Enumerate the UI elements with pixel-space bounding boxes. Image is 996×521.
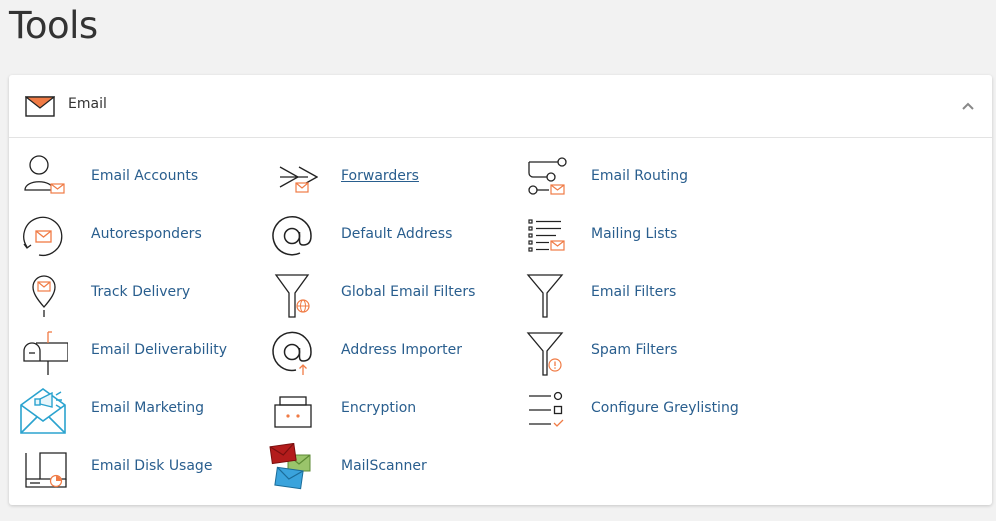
tool-encryption[interactable]: Encryption [268, 385, 508, 435]
tool-label[interactable]: Global Email Filters [341, 284, 475, 300]
funnel-icon [526, 274, 564, 318]
tool-label[interactable]: Email Accounts [91, 168, 198, 184]
tool-forwarders[interactable]: Forwarders [268, 153, 508, 203]
at-sign-icon [272, 216, 312, 256]
disk-usage-icon [25, 452, 67, 488]
tool-address-importer[interactable]: Address Importer [268, 327, 508, 377]
funnel-warning-icon [526, 332, 564, 376]
routing-icon [528, 157, 567, 195]
tool-label[interactable]: Email Deliverability [91, 342, 227, 358]
email-section-panel: Email Email Accounts Forwarders Email Ro… [9, 75, 992, 505]
tool-track-delivery[interactable]: Track Delivery [18, 269, 258, 319]
tool-email-routing[interactable]: Email Routing [518, 153, 758, 203]
tool-label[interactable]: Default Address [341, 226, 452, 242]
checklist-icon [529, 391, 564, 427]
tool-email-accounts[interactable]: Email Accounts [18, 153, 258, 203]
section-title: Email [68, 96, 107, 112]
tool-spam-filters[interactable]: Spam Filters [518, 327, 758, 377]
tool-email-disk-usage[interactable]: Email Disk Usage [18, 443, 258, 493]
megaphone-envelope-icon [20, 388, 66, 434]
tool-mailscanner[interactable]: MailScanner [268, 443, 508, 493]
tool-email-deliverability[interactable]: Email Deliverability [18, 327, 258, 377]
forward-arrow-icon [279, 166, 318, 193]
tool-label[interactable]: Encryption [341, 400, 416, 416]
tool-global-email-filters[interactable]: Global Email Filters [268, 269, 508, 319]
tool-label[interactable]: Mailing Lists [591, 226, 677, 242]
tool-label[interactable]: Email Filters [591, 284, 676, 300]
tool-label[interactable]: Forwarders [341, 168, 419, 184]
mailing-list-icon [528, 219, 565, 252]
tool-label[interactable]: Track Delivery [91, 284, 190, 300]
tool-default-address[interactable]: Default Address [268, 211, 508, 261]
tool-email-marketing[interactable]: Email Marketing [18, 385, 258, 435]
email-section-header[interactable]: Email [9, 75, 992, 138]
tool-label[interactable]: MailScanner [341, 458, 427, 474]
tool-label[interactable]: Address Importer [341, 342, 462, 358]
user-mail-icon [24, 155, 65, 194]
autoresponder-icon [23, 216, 63, 257]
mailbox-icon [23, 331, 68, 375]
tool-label[interactable]: Autoresponders [91, 226, 202, 242]
at-import-icon [272, 331, 312, 375]
chevron-up-icon[interactable] [961, 99, 975, 113]
tool-label[interactable]: Configure Greylisting [591, 400, 739, 416]
tool-label[interactable]: Email Marketing [91, 400, 204, 416]
tool-label[interactable]: Spam Filters [591, 342, 677, 358]
tool-configure-greylisting[interactable]: Configure Greylisting [518, 385, 758, 435]
envelope-icon [25, 96, 55, 117]
briefcase-lock-icon [274, 396, 312, 428]
tool-label[interactable]: Email Routing [591, 168, 688, 184]
tool-mailing-lists[interactable]: Mailing Lists [518, 211, 758, 261]
map-pin-icon [32, 275, 56, 317]
tool-label[interactable]: Email Disk Usage [91, 458, 212, 474]
page-title: Tools [9, 4, 98, 47]
mailscanner-icon [269, 443, 311, 490]
tool-autoresponders[interactable]: Autoresponders [18, 211, 258, 261]
tool-email-filters[interactable]: Email Filters [518, 269, 758, 319]
funnel-globe-icon [274, 274, 310, 318]
tools-grid: Email Accounts Forwarders Email Routing … [9, 138, 992, 505]
